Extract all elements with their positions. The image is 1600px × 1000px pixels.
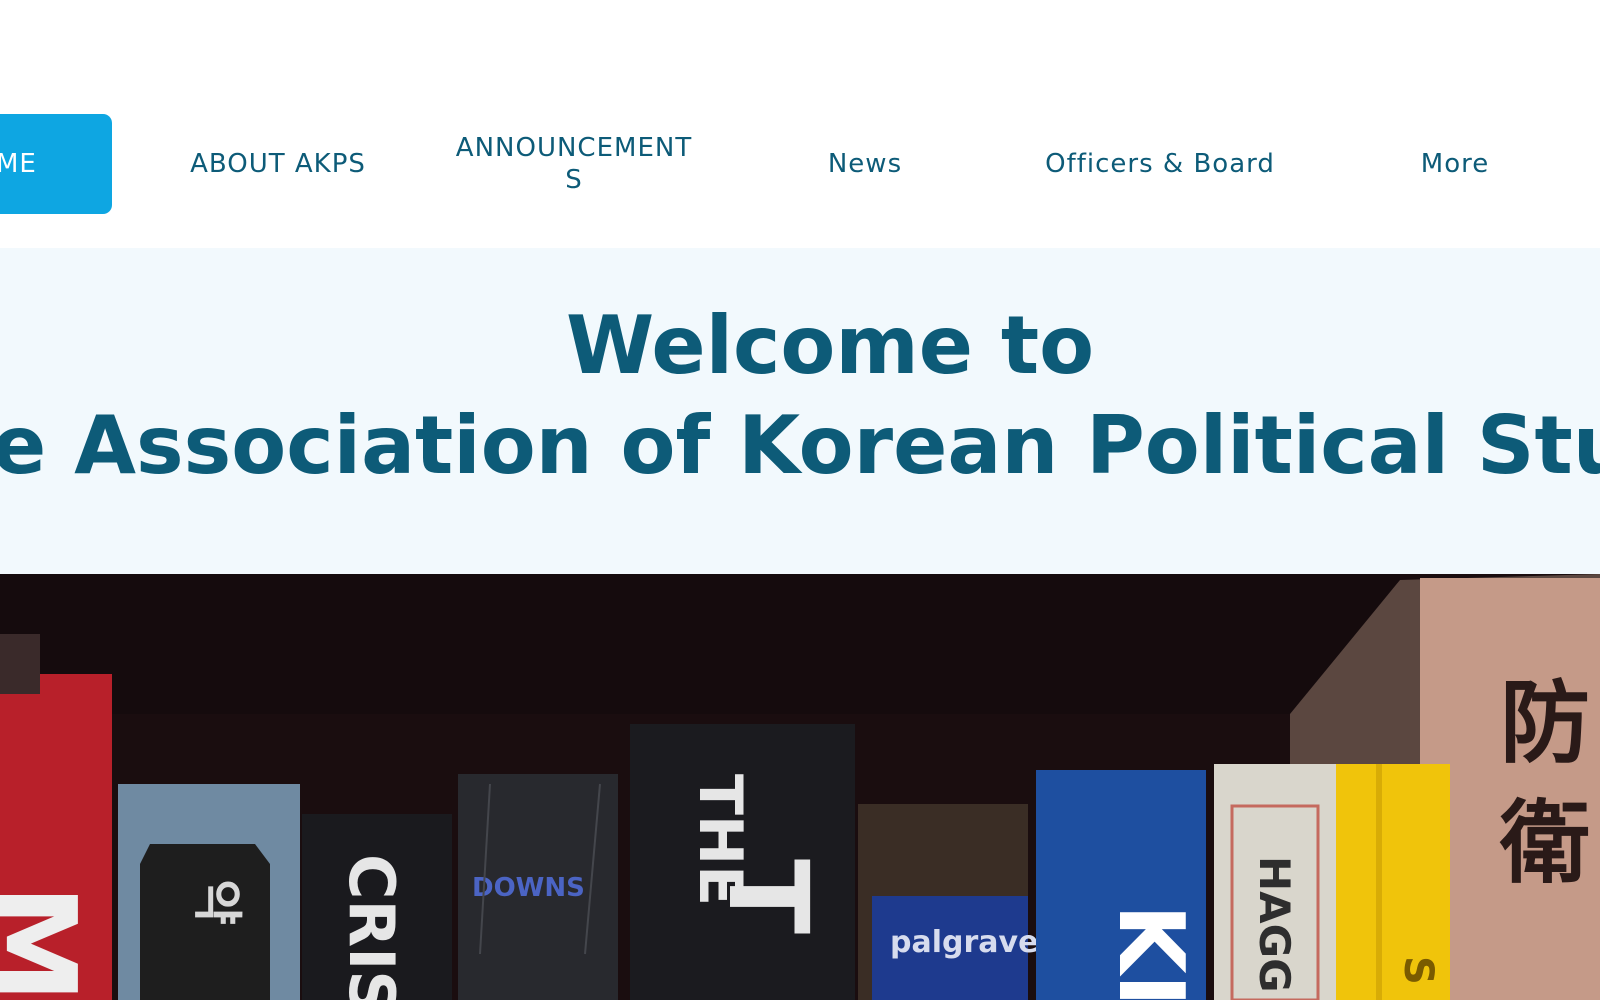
nav-item-officers[interactable]: Officers & Board: [1030, 114, 1290, 214]
svg-text:防: 防: [1500, 671, 1590, 776]
ki-spine-text: KI: [1098, 904, 1203, 1000]
hagg-spine-text: HAGG: [1250, 856, 1299, 993]
welcome-banner: Welcome to e Association of Korean Polit…: [0, 248, 1600, 574]
nav-item-home-label: ME: [0, 149, 37, 179]
palgrave-spine-text: palgrave: [890, 925, 1038, 960]
association-heading: e Association of Korean Political Studie…: [0, 399, 1600, 492]
bookshelf-illustration: 防 衛 M 약 CRIS DOWNS THE T: [0, 574, 1600, 1000]
main-nav: ME ABOUT AKPS ANNOUNCEMENTS News Officer…: [0, 0, 1600, 248]
nav-item-officers-label: Officers & Board: [1045, 149, 1275, 179]
nav-item-home[interactable]: ME: [0, 114, 112, 214]
svg-text:T: T: [704, 859, 832, 934]
svg-text:S: S: [1395, 956, 1441, 985]
nav-item-announcements[interactable]: ANNOUNCEMENTS: [450, 114, 698, 214]
nav-item-more[interactable]: More: [1390, 114, 1520, 214]
nav-item-news-label: News: [827, 149, 903, 179]
nav-item-announcements-label: ANNOUNCEMENTS: [455, 133, 693, 195]
nav-item-about-label: ABOUT AKPS: [190, 149, 366, 179]
cris-spine-text: CRIS: [335, 854, 408, 1000]
nav-item-news[interactable]: News: [790, 114, 940, 214]
svg-text:약: 약: [188, 879, 246, 925]
page: ME ABOUT AKPS ANNOUNCEMENTS News Officer…: [0, 0, 1600, 1000]
svg-text:M: M: [0, 884, 100, 1000]
downs-spine-text: DOWNS: [472, 873, 585, 903]
welcome-heading: Welcome to: [565, 299, 1095, 392]
bookshelf-image: 防 衛 M 약 CRIS DOWNS THE T: [0, 574, 1600, 1000]
nav-item-about[interactable]: ABOUT AKPS: [178, 114, 378, 214]
svg-text:衛: 衛: [1499, 791, 1590, 896]
nav-item-more-label: More: [1420, 149, 1490, 179]
